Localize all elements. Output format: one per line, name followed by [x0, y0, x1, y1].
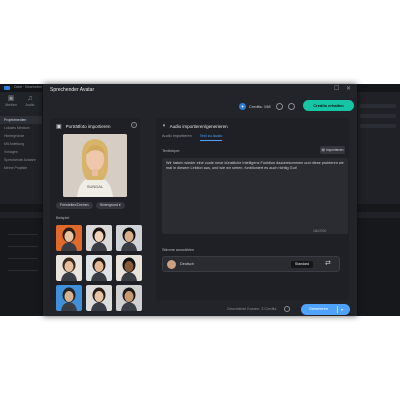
sidebar-tab-label: Audio: [25, 103, 35, 107]
sidebar-tab-label: Medien: [5, 103, 17, 107]
portrait-panel-title: Porträtfoto importieren: [65, 124, 111, 129]
example-thumbnail[interactable]: [86, 225, 112, 251]
thumbnail-portrait: [86, 285, 112, 311]
properties-panel: [358, 92, 400, 204]
history-icon[interactable]: [275, 102, 283, 110]
sidebar-tab-bar: ▣ Medien ♫ Audio: [0, 92, 42, 112]
example-thumbnail[interactable]: [56, 255, 82, 281]
chevron-down-icon: ▾: [118, 203, 121, 207]
thumbnail-portrait: [116, 255, 142, 281]
sidebar-tab-media[interactable]: ▣ Medien: [2, 95, 20, 110]
sidebar-tab-audio[interactable]: ♫ Audio: [21, 95, 39, 110]
text-body-input[interactable]: Wir haben wieder eine coole neue künstli…: [162, 158, 348, 234]
app-logo-icon: [4, 86, 10, 90]
voice-type-badge: Standard: [291, 261, 313, 268]
text-body-label: Textkörper: [162, 149, 180, 153]
voice-language: Deutsch: [180, 262, 194, 266]
estimated-cost: Geschätzte Kosten: 3 Credits: [227, 307, 277, 311]
sidebar-item[interactable]: Mit Anleitung: [0, 140, 42, 148]
portrait-panel: ▣ Porträtfoto importieren i SUNDAL Freis…: [50, 118, 142, 311]
timeline-track: [8, 270, 38, 276]
example-thumbnail[interactable]: [86, 285, 112, 311]
info-icon[interactable]: [284, 306, 290, 312]
thumbnail-portrait: [56, 255, 82, 281]
import-text-button[interactable]: ▤ Importieren: [320, 146, 345, 154]
tab-text-to-audio[interactable]: Text zu Audio: [199, 134, 223, 141]
audio-panel-header: ◖ Audio importieren/generieren: [162, 123, 228, 129]
properties-row: [360, 104, 396, 108]
example-thumbnail[interactable]: [116, 285, 142, 311]
timeline-track: [8, 234, 38, 240]
gift-icon[interactable]: [287, 102, 295, 110]
sidebar-item[interactable]: Projektmedien: [0, 116, 42, 124]
example-thumbnails: [56, 225, 142, 311]
get-credits-button[interactable]: Credits erhalten: [303, 100, 354, 111]
timeline-track: [8, 258, 38, 264]
portrait-tools: Freistellen/Drehen Hintergrund ▾: [56, 202, 128, 209]
swap-voice-icon[interactable]: ⇄: [325, 259, 331, 269]
portrait-image: SUNDAL: [63, 134, 127, 197]
examples-label: Beispiel: [56, 216, 70, 220]
credits-icon: ✦: [239, 102, 246, 110]
document-icon: ▤: [321, 148, 325, 152]
sidebar-item[interactable]: Vorlagen: [0, 148, 42, 156]
info-icon[interactable]: i: [131, 122, 137, 128]
audio-panel-title: Audio importieren/generieren: [169, 123, 228, 129]
sidebar-item[interactable]: Meine Projekte: [0, 164, 42, 172]
example-thumbnail[interactable]: [86, 255, 112, 281]
thumbnail-portrait: [116, 285, 142, 311]
maximize-icon[interactable]: ☐: [334, 86, 339, 93]
sidebar-list: Projektmedien Lokales Medium Hintergründ…: [0, 116, 42, 172]
background-button[interactable]: Hintergrund ▾: [95, 202, 125, 209]
audio-panel: ◖ Audio importieren/generieren Audio imp…: [156, 118, 349, 300]
sidebar-item[interactable]: Sprechende Avatare: [0, 156, 42, 164]
generate-button[interactable]: Generieren ▾: [301, 304, 350, 315]
generate-button-label: Generieren: [309, 307, 328, 311]
button-divider: [337, 306, 338, 313]
example-thumbnail[interactable]: [56, 225, 82, 251]
credits-balance: Credits: 198: [249, 103, 271, 109]
portrait-panel-header: ▣ Porträtfoto importieren: [56, 123, 110, 130]
audio-icon: ♫: [27, 95, 33, 102]
voice-selector[interactable]: Deutsch Standard ⇄: [162, 256, 340, 272]
media-icon: ▣: [7, 95, 15, 102]
example-thumbnail[interactable]: [56, 285, 82, 311]
tab-audio-import[interactable]: Audio importieren: [162, 134, 192, 141]
example-thumbnail[interactable]: [116, 225, 142, 251]
sidebar-item[interactable]: Hintergründe: [0, 132, 42, 140]
audio-tabs: Audio importieren Text zu Audio: [162, 134, 230, 141]
close-icon[interactable]: ✕: [346, 86, 351, 93]
portrait-photo[interactable]: SUNDAL: [63, 134, 127, 197]
thumbnail-portrait: [116, 225, 142, 251]
import-text-label: Importieren: [325, 148, 344, 152]
voice-select-label: Stimme auswählen: [162, 248, 195, 252]
background-button-label: Hintergrund: [99, 203, 118, 207]
shirt-print-text: SUNDAL: [87, 184, 104, 189]
chevron-down-icon[interactable]: ▾: [341, 304, 343, 315]
voice-avatar: [167, 260, 176, 269]
properties-row: [360, 114, 396, 118]
crop-rotate-button[interactable]: Freistellen/Drehen: [56, 202, 93, 209]
speaker-icon: ◖: [162, 123, 166, 129]
character-count: 180/2000: [313, 229, 327, 233]
talking-avatar-dialog: Sprechender Avatar ☐ ✕ ✦ Credits: 198 Cr…: [43, 84, 357, 316]
example-thumbnail[interactable]: [116, 255, 142, 281]
properties-row: [360, 124, 396, 128]
image-icon: ▣: [56, 124, 62, 130]
timeline-track: [8, 246, 38, 252]
app-menu-text[interactable]: Datei · Bearbeiten: [14, 85, 42, 89]
thumbnail-portrait: [86, 255, 112, 281]
thumbnail-portrait: [56, 225, 82, 251]
sidebar-item[interactable]: Lokales Medium: [0, 124, 42, 132]
dialog-title: Sprechender Avatar: [50, 87, 95, 93]
thumbnail-portrait: [56, 285, 82, 311]
thumbnail-portrait: [86, 225, 112, 251]
credits-bar: ✦ Credits: 198: [239, 101, 295, 111]
